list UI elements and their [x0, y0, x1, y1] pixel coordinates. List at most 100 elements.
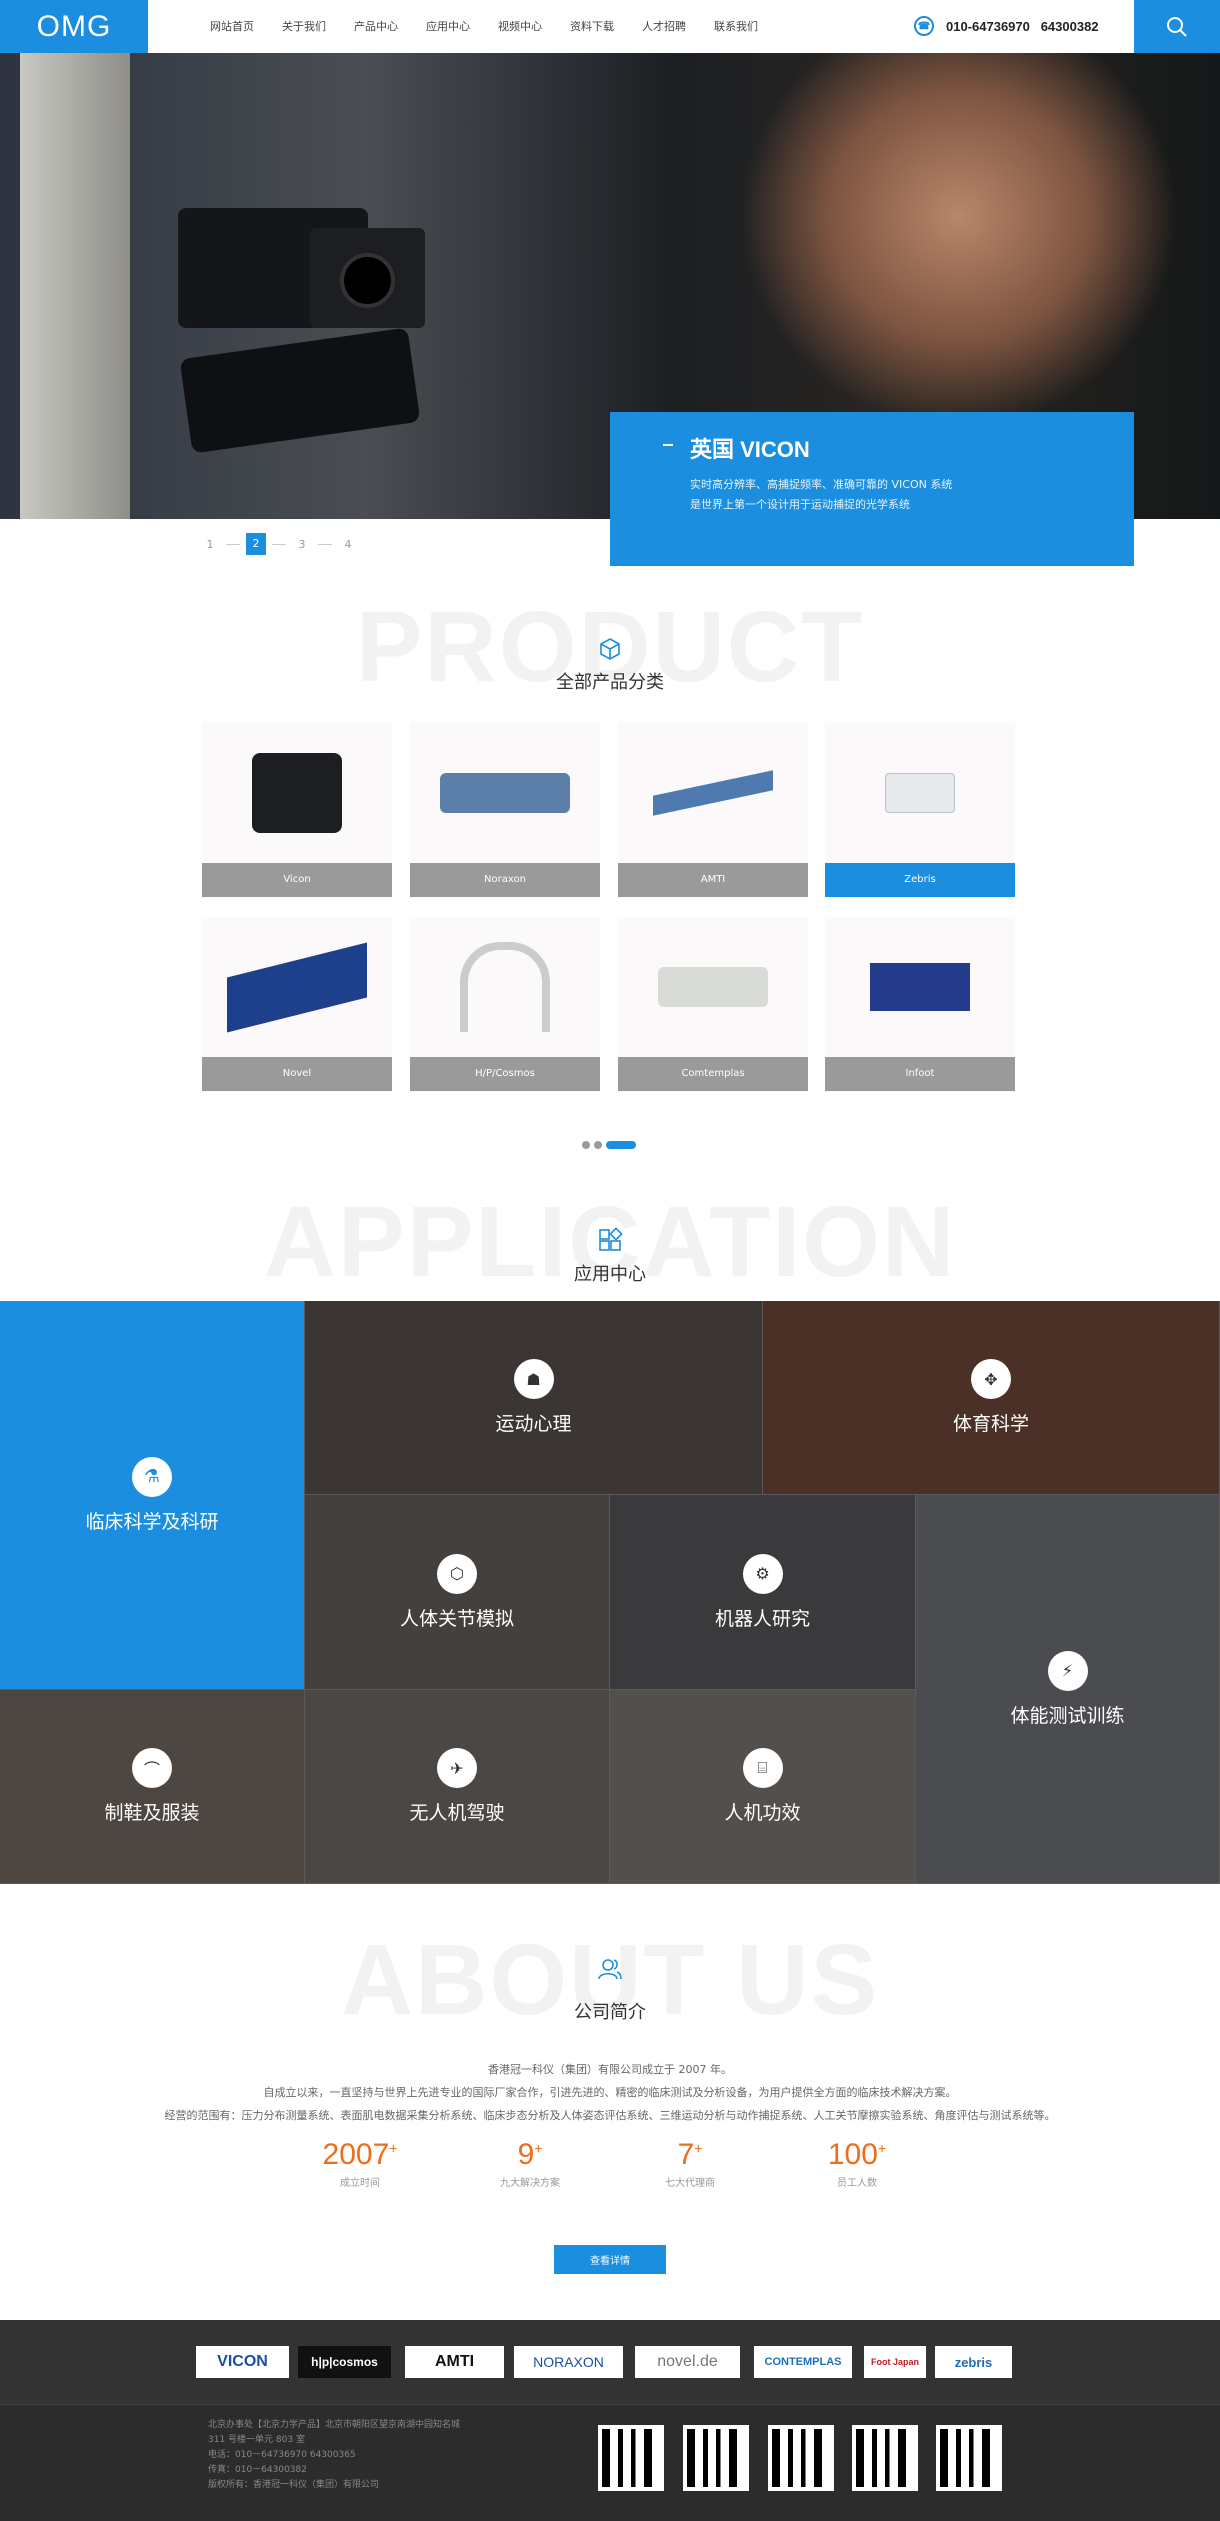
- robot-arm-icon: ⚙: [742, 1553, 783, 1594]
- product-section-title: 全部产品分类: [556, 672, 664, 693]
- ergonomics-icon: ⌸: [742, 1748, 783, 1788]
- hero-camera-lens-image: [310, 228, 425, 328]
- brand-logo-hpcosmos[interactable]: h|p|cosmos: [298, 2346, 391, 2378]
- nav-applications[interactable]: 应用中心: [412, 0, 484, 53]
- product-card-zebris[interactable]: Zebris: [825, 723, 1015, 898]
- qr-code: [683, 2425, 749, 2491]
- product-card-infoot[interactable]: Infoot: [825, 917, 1015, 1092]
- product-label: Noraxon: [410, 863, 600, 897]
- app-tile-ergonomics[interactable]: ⌸ 人机功效: [610, 1690, 916, 1884]
- stat-founded: 2007+ 成立时间: [270, 2138, 450, 2189]
- about-para-3: 经营的范围有：压力分布测量系统、表面肌电数据采集分析系统、临床步态分析及人体姿态…: [164, 2109, 1056, 2122]
- plane-icon: ✈: [437, 1748, 477, 1788]
- brand-logo-vicon[interactable]: VICON: [196, 2346, 289, 2378]
- app-tile-clinical[interactable]: ⚗ 临床科学及科研: [0, 1301, 305, 1690]
- product-carousel-dots: [582, 1141, 640, 1149]
- qr-code: [768, 2425, 834, 2491]
- app-tile-footwear[interactable]: ⌒ 制鞋及服装: [0, 1690, 305, 1884]
- product-label: AMTI: [618, 863, 808, 897]
- stat-number: 100: [827, 2138, 878, 2171]
- hero-page-1[interactable]: 1: [200, 538, 220, 551]
- application-section-title: 应用中心: [574, 1264, 646, 1285]
- cube-icon: [596, 635, 624, 663]
- product-label: Comtemplas: [618, 1057, 808, 1091]
- product-image: [618, 723, 808, 863]
- stat-number: 2007: [322, 2138, 390, 2171]
- joint-icon: ⬡: [437, 1553, 477, 1594]
- brand-logo-contemplas[interactable]: CONTEMPLAS: [754, 2346, 852, 2378]
- search-button[interactable]: [1134, 0, 1220, 53]
- footer-line: 传真：010－64300382: [208, 2465, 307, 2475]
- carousel-dot-active[interactable]: [606, 1141, 636, 1149]
- headset-icon: ☗: [513, 1359, 554, 1399]
- app-tile-label: 体育科学: [952, 1413, 1029, 1435]
- app-tile-label: 运动心理: [495, 1413, 572, 1435]
- app-tile-label: 制鞋及服装: [104, 1802, 200, 1824]
- stat-desc: 成立时间: [340, 2178, 380, 2189]
- more-details-button[interactable]: 查看详情: [554, 2245, 666, 2274]
- running-icon: ⚡: [1047, 1650, 1088, 1691]
- app-tile-label: 临床科学及科研: [85, 1510, 219, 1533]
- stat-number: 7: [677, 2138, 695, 2171]
- app-tile-sport-psychology[interactable]: ☗ 运动心理: [305, 1301, 763, 1495]
- app-tile-label: 无人机驾驶: [409, 1802, 505, 1824]
- shoe-icon: ⌒: [132, 1748, 172, 1788]
- about-para-2: 自成立以来，一直坚持与世界上先进专业的国际厂家合作，引进先进的、精密的临床测试及…: [263, 2086, 957, 2099]
- app-tile-label: 体能测试训练: [1010, 1704, 1125, 1727]
- carousel-dot[interactable]: [582, 1141, 590, 1149]
- nav-videos[interactable]: 视频中心: [484, 0, 556, 53]
- brand-logo-noraxon[interactable]: NORAXON: [514, 2346, 623, 2378]
- nav-downloads[interactable]: 资料下载: [556, 0, 628, 53]
- app-tile-robotics[interactable]: ⚙ 机器人研究: [610, 1495, 916, 1690]
- hero-pagination: 1 2 3 4: [200, 532, 358, 556]
- stat-number: 9: [517, 2138, 535, 2171]
- app-tile-joint-simulation[interactable]: ⬡ 人体关节模拟: [305, 1495, 610, 1690]
- carousel-dot[interactable]: [594, 1141, 602, 1149]
- product-card-noraxon[interactable]: Noraxon: [410, 723, 600, 898]
- nav-home[interactable]: 网站首页: [196, 0, 268, 53]
- product-card-amti[interactable]: AMTI: [618, 723, 808, 898]
- app-tile-sport-science[interactable]: ✥ 体育科学: [763, 1301, 1220, 1495]
- sport-icon: ✥: [971, 1359, 1011, 1399]
- stat-plus: +: [877, 2140, 887, 2156]
- about-para-1: 香港冠一科仪（集团）有限公司成立于 2007 年。: [488, 2063, 732, 2076]
- product-label: Infoot: [825, 1057, 1015, 1091]
- stat-desc: 九大解决方案: [500, 2178, 560, 2189]
- pagination-divider: [318, 543, 332, 545]
- stat-plus: +: [534, 2140, 543, 2156]
- users-icon: [596, 1955, 624, 1983]
- hero-line-2: 是世界上第一个设计用于运动捕捉的光学系统: [690, 498, 910, 511]
- app-tile-label: 人体关节模拟: [399, 1607, 514, 1630]
- product-card-comtemplas[interactable]: Comtemplas: [618, 917, 808, 1092]
- brand-logo-foot-japan[interactable]: Foot Japan: [864, 2346, 926, 2378]
- app-tile-fitness-testing[interactable]: ⚡ 体能测试训练: [916, 1495, 1220, 1884]
- nav-products[interactable]: 产品中心: [340, 0, 412, 53]
- hero-title: 英国 VICON: [690, 437, 810, 462]
- grid-icon: [596, 1226, 624, 1254]
- nav-about[interactable]: 关于我们: [268, 0, 340, 53]
- stat-plus: +: [389, 2140, 398, 2156]
- app-tile-drone[interactable]: ✈ 无人机驾驶: [305, 1690, 610, 1884]
- brand-logo-amti[interactable]: AMTI: [405, 2346, 504, 2378]
- search-icon: [1167, 16, 1187, 37]
- product-image: [202, 917, 392, 1057]
- phone-block: ☎ 010-64736970 64300382: [914, 14, 1099, 38]
- brand-logo-novel[interactable]: novel.de: [635, 2346, 740, 2378]
- product-label: Novel: [202, 1057, 392, 1091]
- brand-logo-zebris[interactable]: zebris: [935, 2346, 1012, 2378]
- hero-page-2[interactable]: 2: [246, 533, 266, 555]
- product-card-novel[interactable]: Novel: [202, 917, 392, 1092]
- footer-line: 电话：010－64736970 64300365: [208, 2450, 356, 2460]
- qr-code: [852, 2425, 918, 2491]
- hero-line-1: 实时高分辨率、高捕捉频率、准确可靠的 VICON 系统: [690, 478, 953, 491]
- logo[interactable]: OMG: [0, 0, 148, 53]
- product-card-vicon[interactable]: Vicon: [202, 723, 392, 898]
- product-image: [410, 917, 600, 1057]
- product-label: H/P/Cosmos: [410, 1057, 600, 1091]
- hero-page-3[interactable]: 3: [292, 538, 312, 551]
- product-card-hpcosmos[interactable]: H/P/Cosmos: [410, 917, 600, 1092]
- product-image: [825, 723, 1015, 863]
- nav-contact[interactable]: 联系我们: [700, 0, 772, 53]
- hero-page-4[interactable]: 4: [338, 538, 358, 551]
- nav-careers[interactable]: 人才招聘: [628, 0, 700, 53]
